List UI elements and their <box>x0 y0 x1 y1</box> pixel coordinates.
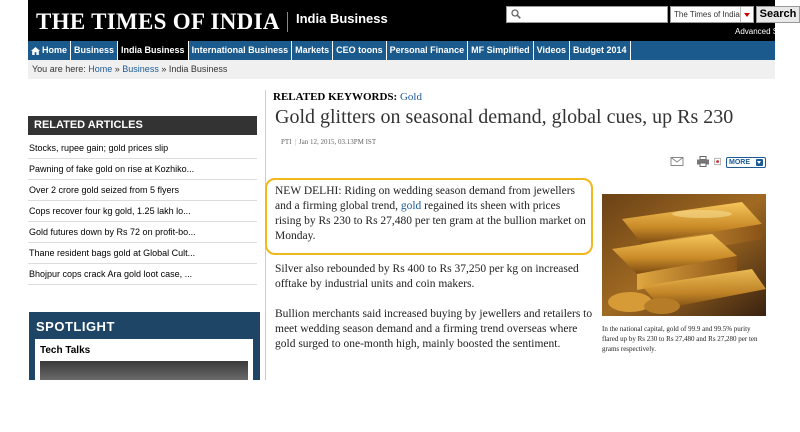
breadcrumb-current: India Business <box>168 64 228 74</box>
email-icon[interactable] <box>670 156 684 167</box>
breadcrumb-separator: » <box>161 64 167 74</box>
share-icon[interactable] <box>714 156 724 167</box>
spotlight-title: SPOTLIGHT <box>36 319 115 334</box>
search-input[interactable] <box>506 6 668 23</box>
search-icon <box>511 9 521 19</box>
nav-item-home[interactable]: Home <box>28 41 72 60</box>
breadcrumb-prefix: You are here: <box>32 64 86 74</box>
nav-item-videos[interactable]: Videos <box>534 41 571 60</box>
nav-item-india-business[interactable]: India Business <box>118 41 189 60</box>
search-button[interactable]: Search <box>756 6 800 23</box>
keyword-link-gold[interactable]: Gold <box>400 91 422 103</box>
article-lead-paragraph: NEW DELHI: Riding on wedding season dema… <box>275 184 587 244</box>
breadcrumb-business-link[interactable]: Business <box>122 64 159 74</box>
related-article-link[interactable]: Over 2 crore gold seized from 5 flyers <box>28 180 257 201</box>
spotlight-subtitle[interactable]: Tech Talks <box>40 345 90 356</box>
related-article-link[interactable]: Gold futures down by Rs 72 on profit-bo.… <box>28 222 257 243</box>
nav-home-label: Home <box>42 45 68 55</box>
nav-item-markets[interactable]: Markets <box>292 41 334 60</box>
article-tools <box>670 156 724 167</box>
site-header: THE TIMES OF INDIA India Business The Ti… <box>28 0 800 41</box>
search-scope-select[interactable]: The Times of India <box>670 6 754 23</box>
nav-item-mf-simplified[interactable]: MF Simplified <box>468 41 534 60</box>
article-image-gold-bars[interactable] <box>602 194 766 316</box>
advanced-search-link[interactable]: Advanced Search » <box>735 27 800 36</box>
nav-item-business[interactable]: Business <box>71 41 119 60</box>
chevron-down-icon <box>756 159 763 166</box>
nav-item-international-business[interactable]: International Business <box>189 41 293 60</box>
article-byline: PTI | Jan 12, 2015, 03.13PM IST <box>281 138 377 146</box>
article-paragraph: Bullion merchants said increased buying … <box>275 308 593 350</box>
article-source: PTI <box>281 138 292 146</box>
site-logo[interactable]: THE TIMES OF INDIA <box>36 9 280 35</box>
related-keywords-label: RELATED KEYWORDS: <box>273 91 398 103</box>
spotlight-box: SPOTLIGHT Tech Talks <box>29 312 260 380</box>
image-caption: In the national capital, gold of 99.9 an… <box>602 325 758 353</box>
page: THE TIMES OF INDIA India Business The Ti… <box>0 0 800 380</box>
related-article-link[interactable]: Bhojpur cops crack Ara gold loot case, .… <box>28 264 257 285</box>
related-article-link[interactable]: Cops recover four kg gold, 1.25 lakh lo.… <box>28 201 257 222</box>
section-title[interactable]: India Business <box>296 11 388 26</box>
print-icon[interactable] <box>696 156 710 167</box>
related-articles-heading: RELATED ARTICLES <box>28 116 257 135</box>
article-date: Jan 12, 2015, 03.13PM IST <box>298 138 377 146</box>
more-button[interactable]: MORE <box>726 157 766 168</box>
nav-item-budget-2014[interactable]: Budget 2014 <box>570 41 631 60</box>
main-nav: Home Business India Business Internation… <box>28 41 775 60</box>
related-articles-list: Stocks, rupee gain; gold prices slip Paw… <box>28 138 257 285</box>
related-article-link[interactable]: Pawning of fake gold on rise at Kozhiko.… <box>28 159 257 180</box>
search-scope-value: The Times of India <box>674 10 740 19</box>
article-paragraph: Silver also rebounded by Rs 400 to Rs 37… <box>275 263 579 290</box>
related-article-link[interactable]: Stocks, rupee gain; gold prices slip <box>28 138 257 159</box>
spotlight-thumbnail[interactable] <box>40 361 248 380</box>
article-headline: Gold glitters on seasonal demand, global… <box>275 106 734 128</box>
home-icon <box>31 46 40 55</box>
keyword-link-gold-inline[interactable]: gold <box>401 200 421 212</box>
breadcrumb-separator: » <box>114 64 120 74</box>
related-article-link[interactable]: Thane resident bags gold at Global Cult.… <box>28 243 257 264</box>
breadcrumb: You are here: Home » Business » India Bu… <box>28 60 775 79</box>
more-button-label: MORE <box>729 159 750 166</box>
gold-bars-illustration <box>602 194 766 316</box>
header-divider <box>287 12 288 32</box>
breadcrumb-home-link[interactable]: Home <box>88 64 112 74</box>
nav-item-personal-finance[interactable]: Personal Finance <box>387 41 469 60</box>
related-keywords: RELATED KEYWORDS: Gold <box>273 91 422 103</box>
spotlight-card[interactable]: Tech Talks <box>35 339 253 380</box>
nav-item-ceo-toons[interactable]: CEO toons <box>333 41 387 60</box>
dropdown-arrow-icon <box>740 7 753 22</box>
